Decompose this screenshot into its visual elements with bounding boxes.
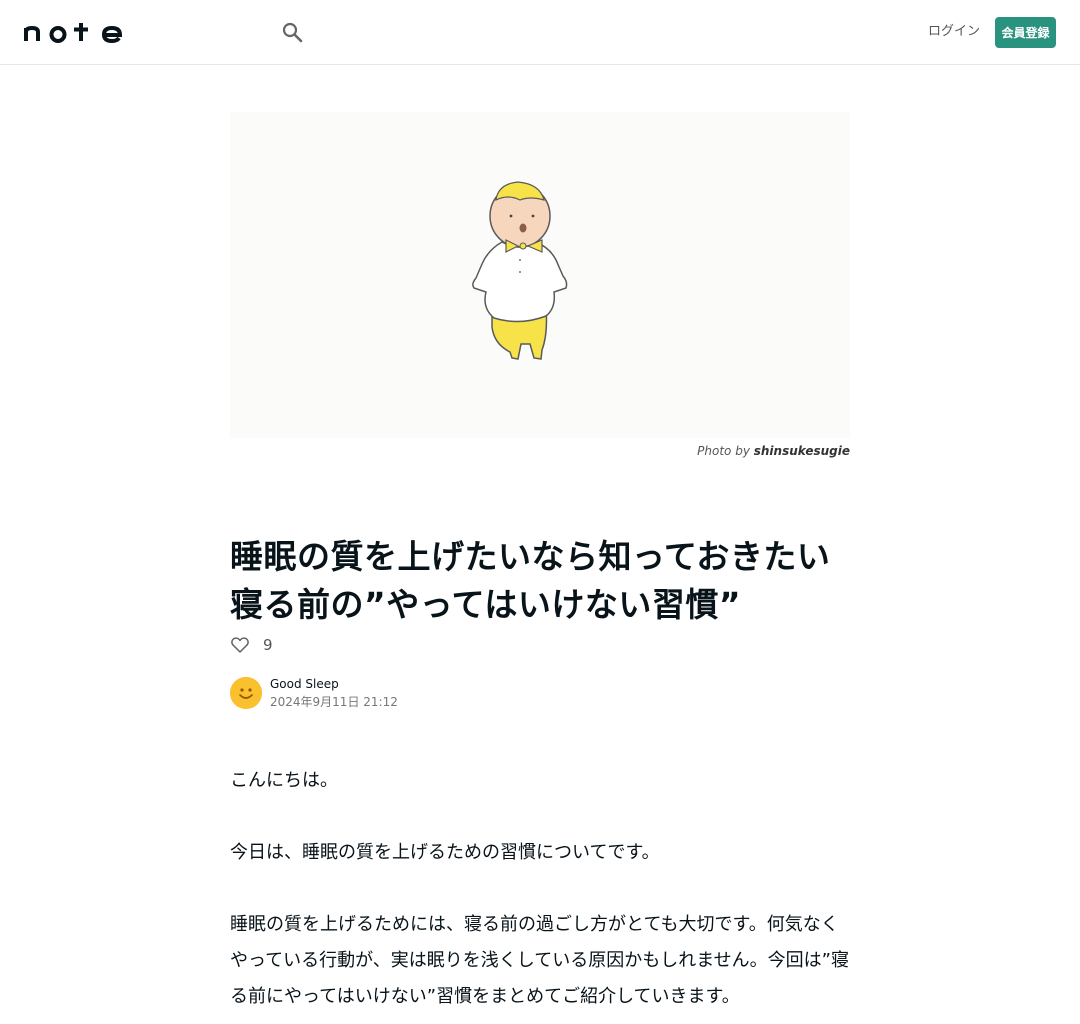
article-paragraph: 睡眠の質を上げるためには、寝る前の過ごし方がとても大切です。何気なくやっている行… bbox=[230, 914, 849, 1007]
like-count[interactable]: 9 bbox=[263, 636, 273, 654]
photo-credit-author[interactable]: shinsukesugie bbox=[754, 444, 850, 458]
post-date: 2024年9月11日 21:12 bbox=[270, 695, 398, 709]
photo-credit-prefix: Photo by bbox=[697, 444, 750, 458]
like-row: 9 bbox=[230, 634, 273, 656]
heart-icon[interactable] bbox=[230, 635, 250, 655]
article-paragraph: 今日は、睡眠の質を上げるための習慣についてです。 bbox=[230, 842, 660, 863]
author-name[interactable]: Good Sleep bbox=[270, 675, 398, 693]
article-title: 睡眠の質を上げたいなら知っておきたい寝る前の”やってはいけない習慣” bbox=[230, 537, 831, 624]
author-block: Good Sleep 2024年9月11日 21:12 bbox=[230, 675, 398, 711]
photo-credit: Photo by shinsukesugie bbox=[697, 444, 850, 458]
article-paragraph: こんにちは。 bbox=[230, 770, 338, 791]
smiley-icon bbox=[230, 677, 262, 709]
note-logo[interactable] bbox=[24, 20, 124, 44]
hero-image bbox=[230, 112, 850, 438]
character-illustration bbox=[472, 181, 568, 360]
search-icon[interactable] bbox=[280, 20, 304, 44]
avatar[interactable] bbox=[230, 677, 262, 709]
global-header: note ログイン 会員登録 bbox=[0, 0, 1080, 65]
signup-button[interactable]: 会員登録 bbox=[995, 17, 1056, 48]
login-link[interactable]: ログイン bbox=[928, 23, 980, 41]
